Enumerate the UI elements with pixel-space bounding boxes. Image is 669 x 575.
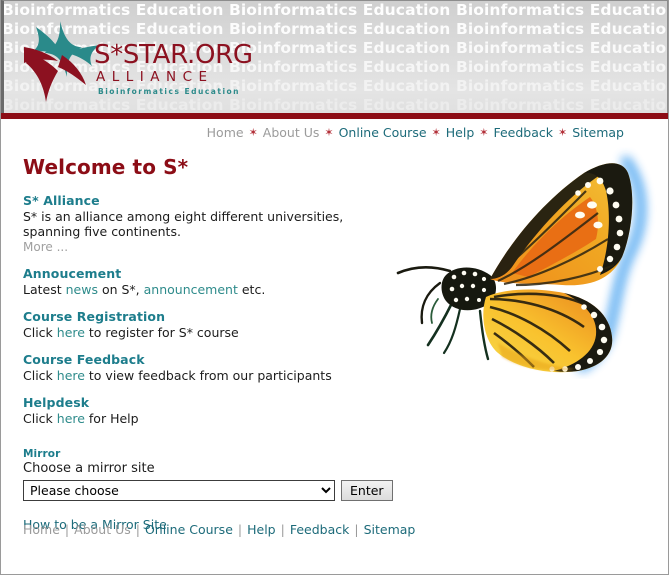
monarch-butterfly-image: [396, 156, 646, 373]
text-fragment: Latest: [23, 282, 66, 297]
nav-separator-icon: ✶: [324, 126, 334, 139]
footer-navigation: Home | About Us | Online Course | Help | Feedbac…: [23, 522, 415, 537]
section-title-alliance: S* Alliance: [23, 193, 100, 208]
section-title-announcement: Annoucement: [23, 266, 122, 281]
section-helpdesk: Helpdesk Click here for Help: [23, 395, 393, 426]
enter-button[interactable]: Enter: [340, 480, 393, 501]
section-body-announcement: Latest news on S*, announcement etc.: [23, 282, 393, 297]
site-banner: Bioinformatics Education Bioinformatics …: [1, 0, 668, 113]
footer-item-online-course[interactable]: Online Course: [145, 522, 233, 537]
topnav-item-about-us[interactable]: About Us: [263, 125, 320, 140]
section-course-feedback: Course Feedback Click here to view feedb…: [23, 352, 393, 383]
register-here-link[interactable]: here: [57, 325, 85, 340]
content-column: Welcome to S* S* Alliance S* is an allia…: [23, 155, 393, 533]
feedback-here-link[interactable]: here: [57, 368, 85, 383]
helpdesk-here-link[interactable]: here: [57, 411, 85, 426]
page-title: Welcome to S*: [23, 155, 189, 179]
announcement-link[interactable]: announcement: [144, 282, 238, 297]
topnav-item-home[interactable]: Home: [207, 125, 244, 140]
nav-separator-icon: ✶: [558, 126, 568, 139]
topnav-item-sitemap[interactable]: Sitemap: [572, 125, 624, 140]
section-body-course-feedback: Click here to view feedback from our par…: [23, 368, 393, 383]
logo-tagline-text: Bioinformatics Education: [98, 87, 241, 96]
text-fragment: to view feedback from our participants: [84, 368, 332, 383]
page-root: Bioinformatics Education Bioinformatics …: [0, 0, 669, 575]
footer-item-help[interactable]: Help: [247, 522, 276, 537]
logo-wordmark: S*STAR.ORG ALLIANCE Bioinformatics Educa…: [94, 41, 264, 98]
mirror-form-row: Please choose Enter: [23, 480, 393, 501]
footer-separator: |: [237, 522, 243, 537]
section-title-course-feedback: Course Feedback: [23, 352, 145, 367]
nav-separator-icon: ✶: [479, 126, 489, 139]
footer-separator: |: [280, 522, 285, 537]
text-fragment: to register for S* course: [84, 325, 239, 340]
topnav-item-feedback[interactable]: Feedback: [493, 125, 553, 140]
mirror-sublabel: Choose a mirror site: [23, 461, 155, 476]
nav-separator-icon: ✶: [431, 126, 441, 139]
section-title-helpdesk: Helpdesk: [23, 395, 90, 410]
text-fragment: on S*,: [97, 282, 144, 297]
footer-item-sitemap[interactable]: Sitemap: [364, 522, 416, 537]
news-link[interactable]: news: [66, 282, 98, 297]
section-mirror: Mirror Choose a mirror site Please choos…: [23, 448, 393, 533]
topnav-item-help[interactable]: Help: [446, 125, 475, 140]
text-fragment: Click: [23, 411, 57, 426]
mirror-site-select[interactable]: Please choose: [23, 480, 335, 501]
text-fragment: for Help: [84, 411, 139, 426]
section-alliance: S* Alliance S* is an alliance among eigh…: [23, 193, 393, 254]
footer-separator: |: [135, 522, 140, 537]
section-body-course-registration: Click here to register for S* course: [23, 325, 393, 340]
topnav-item-online-course[interactable]: Online Course: [339, 125, 427, 140]
text-fragment: Click: [23, 325, 57, 340]
section-course-registration: Course Registration Click here to regist…: [23, 309, 393, 340]
section-body-alliance: S* is an alliance among eight different …: [23, 209, 344, 239]
mirror-label: Mirror: [23, 448, 61, 460]
footer-separator: |: [64, 522, 70, 537]
main-content: Welcome to S* S* Alliance S* is an allia…: [1, 145, 668, 532]
footer-item-about-us[interactable]: About Us: [74, 522, 131, 537]
nav-separator-icon: ✶: [248, 126, 258, 139]
section-body-helpdesk: Click here for Help: [23, 411, 393, 426]
footer-separator: |: [354, 522, 359, 537]
top-navigation: Home ✶ About Us ✶ Online Course ✶ Help ✶ Feedbac…: [1, 119, 668, 145]
logo-sub-text: ALLIANCE: [96, 69, 214, 85]
footer-item-home[interactable]: Home: [23, 522, 60, 537]
footer-item-feedback[interactable]: Feedback: [290, 522, 350, 537]
text-fragment: Click: [23, 368, 57, 383]
section-announcement: Annoucement Latest news on S*, announcem…: [23, 266, 393, 297]
site-logo[interactable]: S*STAR.ORG ALLIANCE Bioinformatics Educa…: [22, 19, 253, 104]
banner-watermark-row: Bioinformatics Education Bioinformatics …: [4, 1, 667, 19]
text-fragment: etc.: [237, 282, 266, 297]
more-link[interactable]: More ...: [23, 240, 393, 254]
logo-main-text: S*STAR.ORG: [94, 40, 253, 70]
section-title-course-registration: Course Registration: [23, 309, 166, 324]
